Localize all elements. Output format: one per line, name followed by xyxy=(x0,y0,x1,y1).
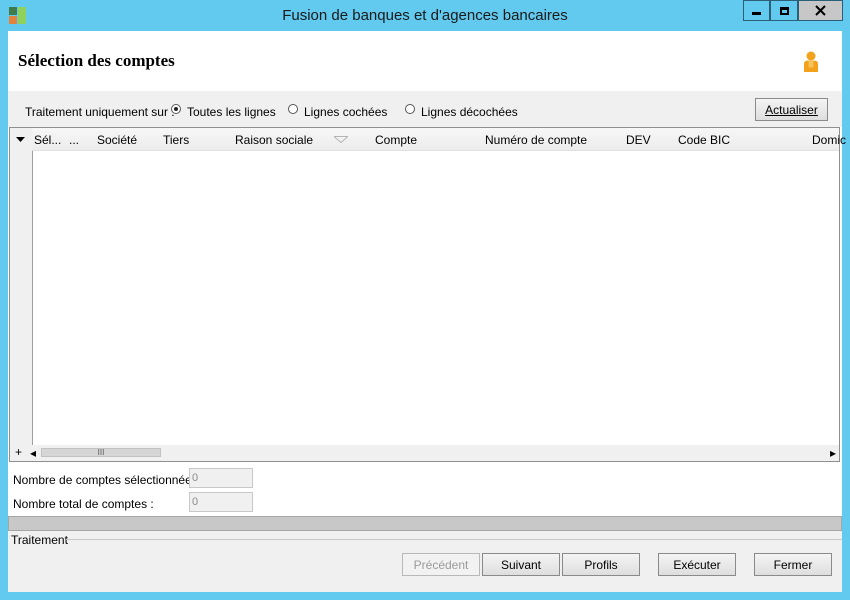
column-header-domiciliation[interactable]: Domic xyxy=(812,133,846,147)
column-header-compte[interactable]: Compte xyxy=(375,133,417,147)
grid-row-header: + xyxy=(10,128,33,461)
column-chooser-icon[interactable] xyxy=(16,137,25,143)
radio-all-lines[interactable]: Toutes les lignes xyxy=(171,104,276,119)
radio-selected-icon xyxy=(171,104,181,114)
execute-button-label: Exécuter xyxy=(673,557,721,572)
scrollbar-grip: III xyxy=(97,448,105,457)
radio-unselected-icon xyxy=(288,104,298,114)
sort-indicator-icon xyxy=(334,136,348,143)
radio-all-lines-label: Toutes les lignes xyxy=(187,105,276,119)
minimize-button[interactable] xyxy=(743,0,770,21)
close-window-button[interactable] xyxy=(798,0,843,21)
grid-header: Sél... ... Société Tiers Raison sociale … xyxy=(32,128,846,151)
column-header-dev[interactable]: DEV xyxy=(626,133,651,147)
add-row-button[interactable]: + xyxy=(15,445,22,459)
previous-button[interactable]: Précédent xyxy=(402,553,480,576)
column-header-tiers[interactable]: Tiers xyxy=(163,133,189,147)
scroll-left-icon[interactable]: ◂ xyxy=(30,446,36,460)
scroll-right-icon[interactable]: ▸ xyxy=(830,446,836,460)
column-header-raison-sociale[interactable]: Raison sociale xyxy=(235,133,313,147)
application-window: Fusion de banques et d'agences bancaires… xyxy=(0,0,850,600)
page-title: Sélection des comptes xyxy=(18,51,175,70)
step-header: Sélection des comptes xyxy=(8,31,842,91)
title-bar[interactable]: Fusion de banques et d'agences bancaires xyxy=(0,0,850,31)
dialog-body: Sélection des comptes Traitement uniquem… xyxy=(8,31,846,592)
refresh-button-label: Actualiser xyxy=(765,102,818,117)
radio-unchecked-lines-label: Lignes décochées xyxy=(421,105,518,119)
window-title: Fusion de banques et d'agences bancaires xyxy=(282,7,568,24)
action-bar: Traitement Précédent Suivant Profils Exé… xyxy=(8,531,842,592)
profiles-button[interactable]: Profils xyxy=(562,553,640,576)
filter-label: Traitement uniquement sur : xyxy=(25,105,175,119)
profiles-button-label: Profils xyxy=(584,557,618,572)
refresh-button[interactable]: Actualiser xyxy=(755,98,828,121)
maximize-button[interactable] xyxy=(770,0,798,21)
radio-checked-lines[interactable]: Lignes cochées xyxy=(288,104,388,119)
scrollbar-thumb[interactable]: III xyxy=(41,448,161,457)
next-button-label: Suivant xyxy=(500,557,542,572)
selected-count-label: Nombre de comptes sélectionnées : xyxy=(13,473,205,487)
next-button[interactable]: Suivant xyxy=(482,553,560,576)
section-divider xyxy=(66,539,842,540)
total-count-field: 0 xyxy=(189,492,253,512)
execute-button[interactable]: Exécuter xyxy=(658,553,736,576)
column-header-more[interactable]: ... xyxy=(69,133,79,147)
column-header-code-bic[interactable]: Code BIC xyxy=(678,133,730,147)
total-count-label: Nombre total de comptes : xyxy=(13,497,154,511)
user-icon xyxy=(804,51,818,72)
maximize-icon xyxy=(779,6,789,15)
filter-bar: Traitement uniquement sur : Toutes les l… xyxy=(8,91,842,127)
column-header-societe[interactable]: Société xyxy=(97,133,137,147)
close-button[interactable]: Fermer xyxy=(754,553,832,576)
close-button-label: Fermer xyxy=(773,557,813,572)
minimize-icon xyxy=(752,12,761,15)
counts-panel: Nombre de comptes sélectionnées : 0 Nomb… xyxy=(8,467,842,515)
section-label: Traitement xyxy=(11,533,68,547)
horizontal-scrollbar[interactable]: ◂ III ▸ xyxy=(30,445,839,461)
accounts-grid[interactable]: + Sél... ... Société Tiers Raison social… xyxy=(9,127,846,462)
progress-bar xyxy=(8,516,842,531)
column-header-numero-compte[interactable]: Numéro de compte xyxy=(485,133,587,147)
previous-button-label: Précédent xyxy=(413,557,469,572)
close-icon xyxy=(815,5,826,16)
column-header-selection[interactable]: Sél... xyxy=(34,133,61,147)
selected-count-field: 0 xyxy=(189,468,253,488)
radio-unchecked-lines[interactable]: Lignes décochées xyxy=(405,104,518,119)
radio-unselected-icon xyxy=(405,104,415,114)
radio-checked-lines-label: Lignes cochées xyxy=(304,105,388,119)
